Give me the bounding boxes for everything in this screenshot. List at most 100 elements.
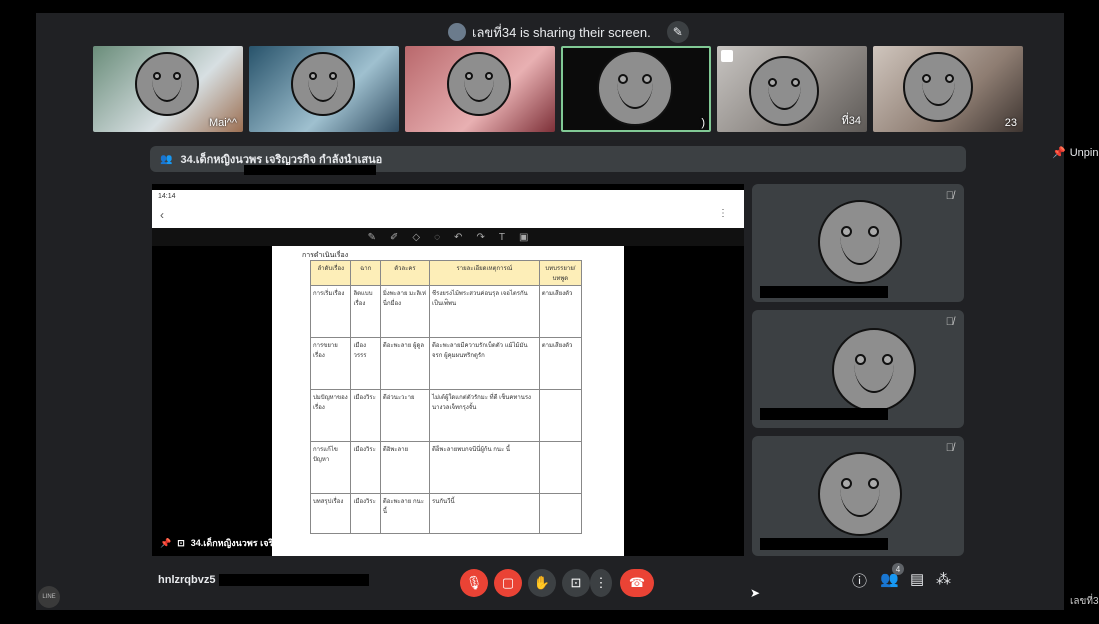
cell: ไม่เต้ผู้ใดแกต่ตัวรักมะ ที่ดี เช็นคทานรง… bbox=[429, 389, 540, 442]
mouse-cursor-icon: ➤ bbox=[750, 586, 761, 600]
cell: ดีอ่วนะวะาย bbox=[379, 389, 431, 442]
participant-tile[interactable]: 🎙̸ bbox=[752, 184, 964, 302]
table-row: การเริ่มเรื่อง ลิตแบบเรื่อง มิ่งพะลาย มะลิ… bbox=[309, 285, 583, 338]
tablet-app-bar: 14:14 ‹ ⋮ bbox=[152, 190, 744, 228]
cell: บทสรุปเรื่อง bbox=[309, 493, 352, 534]
cell: เมืองวิระ bbox=[350, 389, 381, 442]
cell: เมืองวิระ bbox=[350, 441, 381, 494]
presenter-footer: 📌 ⊡ 34.เด็กหญิงนวพร เจริญวรกิจ bbox=[160, 536, 302, 550]
screen-share-banner: เลขที่34 is sharing their screen. ✎ bbox=[448, 20, 689, 44]
table-row: ปมปัญหาของเรื่อง เมืองวิระ ดีอ่วนะวะาย ไม่เ… bbox=[309, 389, 583, 442]
line-app-icon[interactable]: LINE bbox=[38, 586, 60, 608]
raise-hand-button[interactable]: ✋ bbox=[528, 569, 556, 597]
cell: ลิตแบบเรื่อง bbox=[350, 285, 381, 338]
participant-name: ที่34 bbox=[841, 115, 862, 127]
col-header: ลำดับเรื่อง bbox=[309, 260, 352, 286]
face-icon bbox=[818, 452, 902, 536]
participant-tile[interactable]: 🎙̸ bbox=[752, 310, 964, 428]
present-icon[interactable]: ⊡ bbox=[177, 538, 185, 549]
text-tool-icon[interactable]: T bbox=[499, 232, 505, 243]
face-icon bbox=[597, 50, 673, 126]
highlighter-icon[interactable]: ✐ bbox=[390, 232, 398, 243]
pencil-icon[interactable]: ✎ bbox=[666, 21, 689, 43]
camera-off-button[interactable]: ▢ bbox=[494, 569, 522, 597]
people-count-badge: 4 bbox=[892, 563, 904, 575]
more-options-button[interactable]: ⋮ bbox=[590, 569, 612, 597]
cell: การขยายเรื่อง bbox=[309, 337, 352, 390]
mic-off-icon: 🎙̸ bbox=[945, 316, 954, 328]
pen-tool-icon[interactable]: ✎ bbox=[368, 232, 376, 243]
participant-name: Mai^^ bbox=[208, 117, 237, 129]
table-row: การแก้ไขปัญหา เมืองวิระ ดีอิพะลาย ดีอ็พะลาย… bbox=[309, 441, 583, 494]
face-icon bbox=[818, 200, 902, 284]
info-icon[interactable]: ⓘ bbox=[852, 570, 867, 591]
cell: การเริ่มเรื่อง bbox=[309, 285, 352, 338]
cell bbox=[538, 389, 583, 442]
table-row: การขยายเรื่อง เมืองวรรร ดีอะพะลาย ผู้ดูล ดี… bbox=[309, 337, 583, 390]
unpin-button[interactable]: 📌 Unpin bbox=[1052, 146, 1098, 160]
participant-tile[interactable]: 🎙̸ bbox=[752, 436, 964, 556]
status-time: 14:14 bbox=[158, 193, 176, 200]
participant-name: ) bbox=[701, 117, 705, 129]
cell: ชีรงยรงไม้พระสวนค่อนรุล เจอไตรกันเป็นเพ่… bbox=[429, 285, 540, 338]
cell: รนกันวีนี้ bbox=[429, 493, 540, 534]
face-icon bbox=[135, 52, 199, 116]
cell: ดีอ็พะลายพบกจนีนี่ผู้ก้น กนะ นี้ bbox=[429, 441, 540, 494]
col-header: ตัวละคร bbox=[379, 260, 431, 286]
redacted-name bbox=[760, 286, 888, 298]
end-call-button[interactable]: ☎ bbox=[620, 569, 654, 597]
banner-text: เลขที่34 is sharing their screen. bbox=[472, 24, 651, 40]
participant-thumbnail[interactable] bbox=[249, 46, 399, 132]
pin-icon[interactable]: 📌 bbox=[160, 538, 171, 549]
participant-name: 23 bbox=[1004, 117, 1017, 129]
redaction-bar bbox=[244, 165, 376, 175]
back-icon[interactable]: ‹ bbox=[160, 208, 164, 222]
face-icon bbox=[447, 52, 511, 116]
participant-thumbnail-active-speaker[interactable]: ) bbox=[561, 46, 711, 132]
lasso-icon[interactable]: ◌ bbox=[434, 232, 440, 243]
story-table: ลำดับเรื่อง ฉาก ตัวละคร รายละเอียดเหตุกา… bbox=[309, 260, 583, 534]
col-header: รายละเอียดเหตุการณ์ bbox=[429, 260, 540, 286]
cell: ตามเสียงตัว bbox=[538, 285, 583, 338]
present-button[interactable]: ⊡ bbox=[562, 569, 590, 597]
activities-icon[interactable]: ⁂ bbox=[936, 570, 951, 588]
col-header: ฉาก bbox=[350, 260, 381, 286]
cell: ปมปัญหาของเรื่อง bbox=[309, 389, 352, 442]
cell: ดีอิพะลาย bbox=[379, 441, 431, 494]
cell: เมืองวรรร bbox=[350, 337, 381, 390]
cell bbox=[538, 441, 583, 494]
table-row: บทสรุปเรื่อง เมืองวิระ ดีอะพะลาย กนะนี้ รนก… bbox=[309, 493, 583, 534]
presenter-footer-name: 34.เด็กหญิงนวพร เจริญวรกิจ bbox=[190, 538, 302, 548]
meeting-details: hnlzrqbvz5 bbox=[158, 574, 370, 586]
participant-thumbnail[interactable]: Mai^^ bbox=[93, 46, 243, 132]
mic-off-icon: 🎙̸ bbox=[945, 190, 954, 202]
face-icon bbox=[903, 52, 973, 122]
share-icon[interactable]: ⋮ bbox=[718, 208, 728, 219]
image-icon[interactable]: ▣ bbox=[519, 232, 528, 243]
cell: การแก้ไขปัญหา bbox=[309, 441, 352, 494]
undo-icon[interactable]: ↶ bbox=[454, 232, 462, 243]
overflow-participant-label: เลขที่3 bbox=[1070, 596, 1099, 607]
chat-icon[interactable]: ▤ bbox=[910, 570, 924, 588]
participant-thumbnail[interactable] bbox=[405, 46, 555, 132]
face-icon bbox=[291, 52, 355, 116]
annotation-toolbar: ✎ ✐ ◇ ◌ ↶ ↷ T ▣ bbox=[152, 228, 744, 246]
face-icon bbox=[832, 328, 916, 412]
cell bbox=[538, 493, 583, 534]
mic-off-button[interactable]: 🎙 bbox=[460, 569, 488, 597]
redacted-name bbox=[760, 408, 888, 420]
redacted-name bbox=[760, 538, 888, 550]
participant-thumbnail[interactable]: ที่34 bbox=[717, 46, 867, 132]
presenter-avatar bbox=[448, 23, 466, 41]
cell: ตามเสียงตัว bbox=[538, 337, 583, 390]
shared-screen: 14:14 ‹ ⋮ ✎ ✐ ◇ ◌ ↶ ↷ T ▣ การดำเนินเรื่อ… bbox=[152, 184, 744, 556]
redo-icon[interactable]: ↷ bbox=[476, 232, 484, 243]
cell: เมืองวิระ bbox=[350, 493, 381, 534]
participant-thumbnail[interactable]: 23 bbox=[873, 46, 1023, 132]
cell: มิ่งพะลาย มะลิเห่นี่กมื่อง bbox=[379, 285, 431, 338]
cell: ดีอะพะลายมีความรักเบ็ดตัว แม้ไม้มัน จรก … bbox=[429, 337, 540, 390]
meeting-code: hnlzrqbvz5 bbox=[158, 574, 216, 586]
col-header: บทบรรยาย/บทพูด bbox=[538, 260, 583, 286]
present-icon bbox=[721, 50, 733, 62]
eraser-icon[interactable]: ◇ bbox=[412, 232, 420, 243]
